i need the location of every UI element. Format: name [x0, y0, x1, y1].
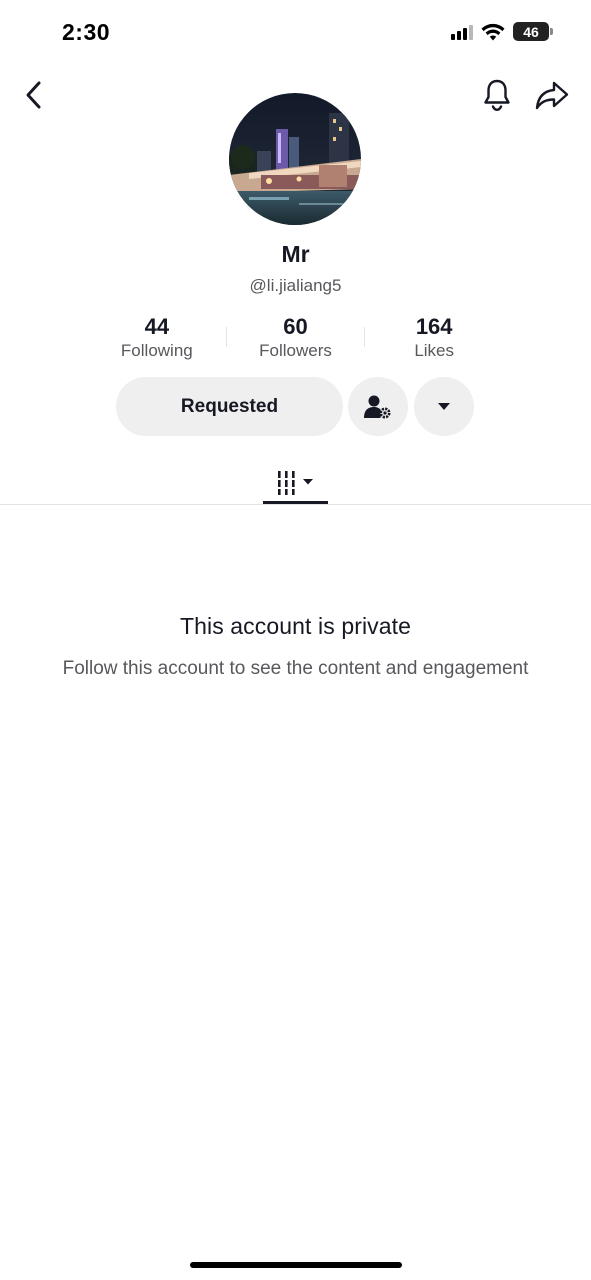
- avatar[interactable]: [229, 93, 361, 225]
- share-arrow-icon: [535, 81, 569, 110]
- share-button[interactable]: [533, 76, 571, 114]
- tab-active-indicator: [263, 501, 328, 504]
- battery-icon: 46: [513, 22, 553, 41]
- back-chevron-icon: [26, 81, 41, 109]
- back-button[interactable]: [18, 78, 48, 112]
- stat-value: 60: [283, 314, 308, 339]
- content-tab-bar: [0, 460, 591, 505]
- stat-value: 44: [144, 314, 170, 339]
- stat-label: Followers: [259, 341, 332, 360]
- username: @li.jialiang5: [249, 276, 342, 295]
- stat-label: Likes: [414, 341, 455, 360]
- cellular-signal-icon: [451, 24, 473, 40]
- private-account-subtitle: Follow this account to see the content a…: [62, 658, 529, 679]
- private-account-title: This account is private: [179, 613, 412, 639]
- display-name: Mr: [281, 241, 310, 267]
- stat-followers[interactable]: 60 Followers: [227, 313, 365, 365]
- tab-videos[interactable]: [263, 460, 328, 505]
- status-icons: 46: [451, 22, 553, 41]
- requested-button[interactable]: Requested: [116, 377, 343, 436]
- user-settings-icon: [364, 395, 391, 418]
- avatar-image: [229, 93, 361, 225]
- profile-stats: 44 Following 60 Followers 164 Likes: [88, 313, 503, 365]
- stat-likes[interactable]: 164 Likes: [365, 313, 503, 365]
- status-time: 2:30: [62, 19, 111, 45]
- caret-down-icon: [438, 403, 450, 410]
- bell-icon: [484, 79, 510, 112]
- user-settings-button[interactable]: [348, 377, 408, 436]
- home-indicator[interactable]: [190, 1262, 402, 1268]
- notification-bell-button[interactable]: [480, 76, 514, 114]
- status-bar: 2:30 46: [0, 0, 591, 68]
- grid-videos-icon: [277, 470, 313, 495]
- more-dropdown-button[interactable]: [414, 377, 474, 436]
- battery-level: 46: [523, 23, 539, 40]
- stat-label: Following: [120, 341, 193, 360]
- stat-value: 164: [415, 314, 453, 339]
- stat-following[interactable]: 44 Following: [88, 313, 226, 365]
- wifi-icon: [481, 23, 505, 40]
